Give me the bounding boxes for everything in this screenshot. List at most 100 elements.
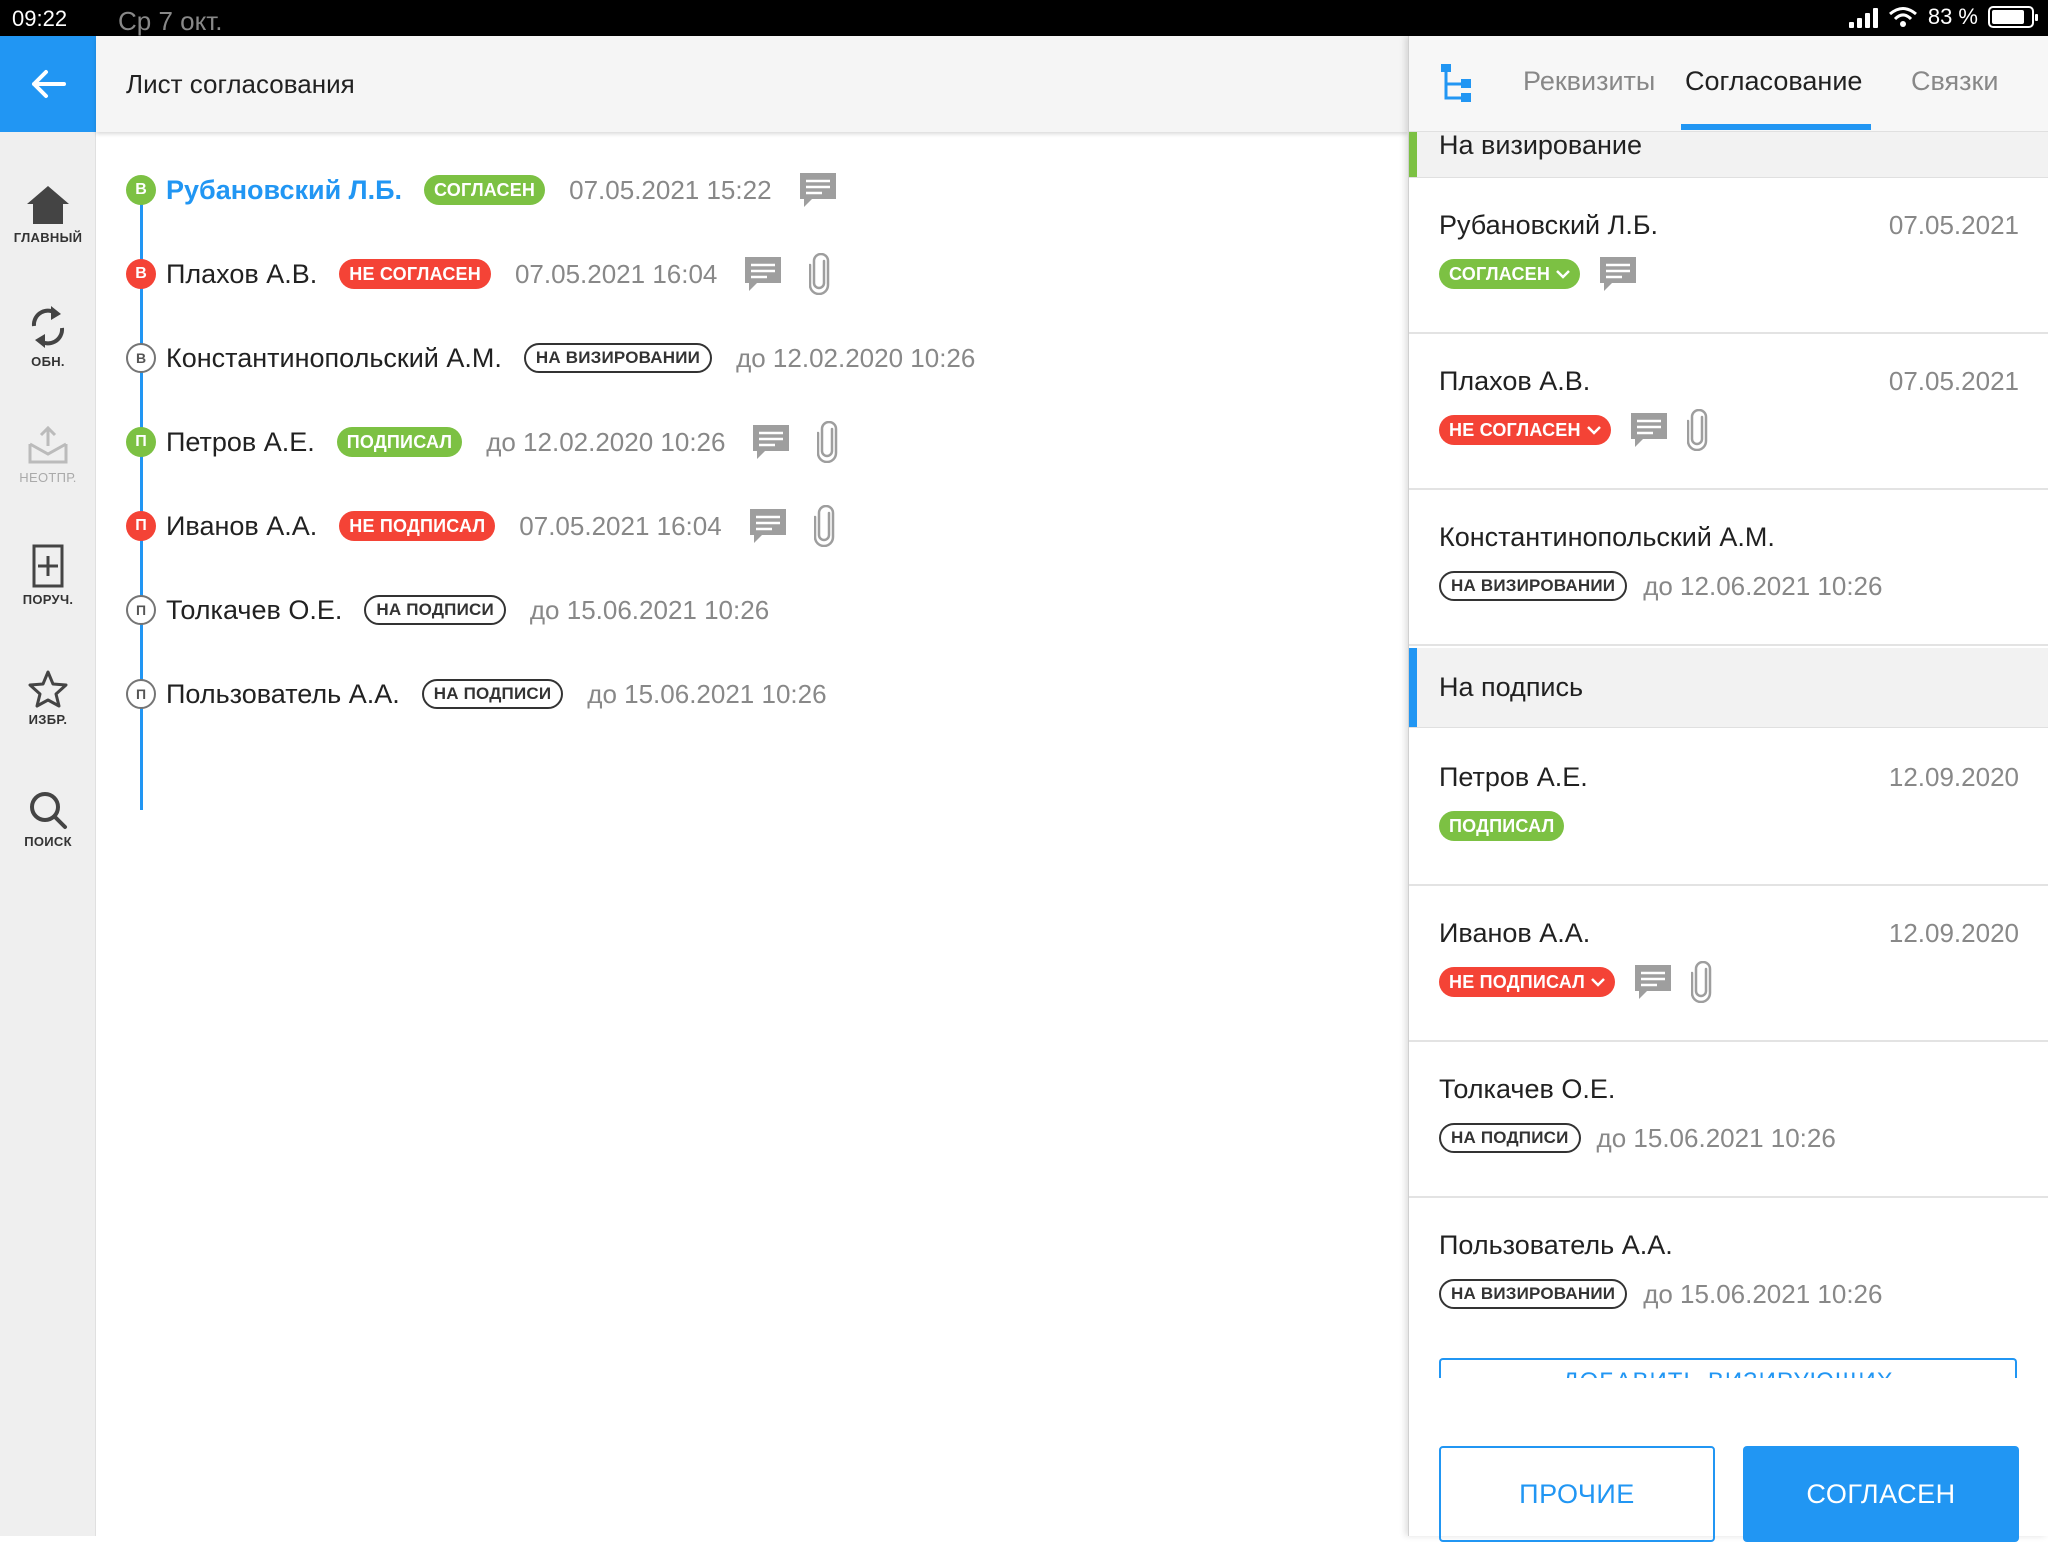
flow-step-letter: П bbox=[126, 427, 156, 457]
comment-icon[interactable] bbox=[1633, 963, 1673, 1001]
rail-item-search[interactable]: ПОИСК bbox=[0, 790, 96, 849]
flow-row-date: 07.05.2021 16:04 bbox=[514, 258, 718, 289]
comment-icon[interactable] bbox=[798, 171, 838, 209]
status-dropdown[interactable]: СОГЛАСЕН bbox=[1439, 259, 1581, 289]
rail-item-home[interactable]: ГЛАВНЫЙ bbox=[0, 184, 96, 245]
rail-item-refresh[interactable]: ОБН. bbox=[0, 304, 96, 369]
flow-row-date: до 15.06.2021 10:26 bbox=[529, 594, 770, 625]
approver-date: 12.09.2020 bbox=[1888, 918, 2019, 948]
status-time: 09:22 bbox=[12, 6, 68, 31]
comment-icon[interactable] bbox=[1629, 411, 1669, 449]
rail-label: ОБН. bbox=[31, 354, 65, 369]
flow-row-date: до 15.06.2021 10:26 bbox=[587, 678, 827, 709]
battery-percent: 83 % bbox=[1927, 4, 1978, 29]
approver-card[interactable]: Константинопольский А.М. НА ВИЗИРОВАНИИ … bbox=[1409, 490, 2048, 646]
tab-requisites[interactable]: Реквизиты bbox=[1523, 66, 1655, 97]
star-icon bbox=[28, 670, 68, 708]
flow-row[interactable]: П Пользователь А.А. НА ПОДПИСИ до 15.06.… bbox=[126, 674, 827, 714]
status-badge: НА ВИЗИРОВАНИИ bbox=[1439, 1279, 1628, 1309]
rail-item-outbox[interactable]: НЕОТПР. bbox=[0, 426, 96, 485]
attachment-icon[interactable] bbox=[813, 505, 836, 547]
section-accent-bar bbox=[1409, 132, 1417, 177]
status-dropdown[interactable]: НЕ ПОДПИСАЛ bbox=[1439, 967, 1616, 997]
rail-label: ПОРУЧ. bbox=[22, 592, 74, 607]
approver-date: 07.05.2021 bbox=[1888, 366, 2019, 396]
add-approvers-button[interactable]: ДОБАВИТЬ ВИЗИРУЮЩИХ bbox=[1439, 1358, 2017, 1378]
flow-row[interactable]: В Константинопольский А.М. НА ВИЗИРОВАНИ… bbox=[126, 338, 975, 378]
flow-row-name: Пользователь А.А. bbox=[166, 678, 400, 709]
approver-card[interactable]: Пользователь А.А. НА ВИЗИРОВАНИИ до 15.0… bbox=[1409, 1198, 2048, 1354]
flow-step-letter: В bbox=[126, 343, 156, 373]
approver-name: Плахов А.В. bbox=[1439, 366, 1591, 396]
status-badge: СОГЛАСЕН bbox=[424, 175, 546, 205]
approver-name: Иванов А.А. bbox=[1439, 918, 1591, 948]
approver-deadline: до 15.06.2021 10:26 bbox=[1596, 1122, 1836, 1153]
tree-structure-icon[interactable] bbox=[1439, 62, 1475, 106]
approver-name: Константинопольский А.М. bbox=[1439, 522, 1775, 552]
approver-card[interactable]: Петров А.Е. 12.09.2020 ПОДПИСАЛ bbox=[1409, 730, 2048, 886]
status-badge: НЕ СОГЛАСЕН bbox=[339, 259, 491, 289]
flow-row-name: Толкачев О.Е. bbox=[166, 594, 343, 625]
comment-icon[interactable] bbox=[743, 255, 783, 293]
agree-button[interactable]: СОГЛАСЕН bbox=[1743, 1446, 2019, 1542]
chevron-down-icon bbox=[1586, 426, 1601, 435]
action-bar: ПРОЧИЕ СОГЛАСЕН bbox=[1409, 1380, 2048, 1542]
flow-row-date: до 12.02.2020 10:26 bbox=[736, 342, 976, 373]
flow-row[interactable]: П Толкачев О.Е. НА ПОДПИСИ до 15.06.2021… bbox=[126, 590, 769, 630]
approver-date: 12.09.2020 bbox=[1888, 762, 2019, 792]
approver-deadline: до 15.06.2021 10:26 bbox=[1643, 1278, 1883, 1309]
attachment-icon[interactable] bbox=[1686, 409, 1709, 451]
rail-item-tasks[interactable]: ПОРУЧ. bbox=[0, 544, 96, 607]
tab-links[interactable]: Связки bbox=[1911, 66, 1998, 97]
rail-item-favorites[interactable]: ИЗБР. bbox=[0, 670, 96, 727]
add-approvers-label: ДОБАВИТЬ ВИЗИРУЮЩИХ bbox=[1441, 1368, 2015, 1378]
status-badge: НА ВИЗИРОВАНИИ bbox=[1439, 571, 1628, 601]
attachment-icon[interactable] bbox=[1691, 961, 1713, 1003]
tab-approval[interactable]: Согласование bbox=[1685, 66, 1862, 97]
arrow-left-icon bbox=[32, 70, 66, 98]
approver-deadline: до 12.06.2021 10:26 bbox=[1643, 570, 1883, 601]
chevron-down-icon bbox=[1556, 270, 1570, 279]
approval-flow: В Рубановский Л.Б. СОГЛАСЕН 07.05.2021 1… bbox=[96, 132, 1408, 1536]
approver-date: 07.05.2021 bbox=[1888, 210, 2019, 240]
flow-row[interactable]: В Рубановский Л.Б. СОГЛАСЕН 07.05.2021 1… bbox=[126, 170, 838, 210]
status-badge: НА ВИЗИРОВАНИИ bbox=[523, 343, 713, 373]
rail-label: НЕОТПР. bbox=[19, 470, 77, 485]
section-header-visa: На визирование bbox=[1409, 130, 2048, 178]
side-rail: ГЛАВНЫЙ ОБН. НЕОТПР. ПОРУЧ. ИЗБР. ПОИСК bbox=[0, 132, 96, 1536]
approver-card[interactable]: Рубановский Л.Б. 07.05.2021 СОГЛАСЕН bbox=[1409, 178, 2048, 334]
section-accent-bar bbox=[1409, 648, 1417, 727]
flow-row[interactable]: П Иванов А.А. НЕ ПОДПИСАЛ 07.05.2021 16:… bbox=[126, 505, 836, 547]
approver-card[interactable]: Иванов А.А. 12.09.2020 НЕ ПОДПИСАЛ bbox=[1409, 886, 2048, 1042]
flow-step-letter: П bbox=[126, 595, 156, 625]
comment-icon[interactable] bbox=[1598, 255, 1638, 293]
attachment-icon[interactable] bbox=[817, 421, 839, 463]
status-dropdown[interactable]: НЕ СОГЛАСЕН bbox=[1439, 415, 1611, 445]
flow-step-letter: В bbox=[126, 259, 156, 289]
approver-card[interactable]: Плахов А.В. 07.05.2021 НЕ СОГЛАСЕН bbox=[1409, 334, 2048, 490]
right-tabs: Реквизиты Согласование Связки bbox=[1409, 36, 2048, 132]
back-button[interactable] bbox=[0, 36, 96, 132]
flow-row[interactable]: П Петров А.Е. ПОДПИСАЛ до 12.02.2020 10:… bbox=[126, 421, 839, 463]
approver-name: Пользователь А.А. bbox=[1439, 1230, 1673, 1260]
comment-icon[interactable] bbox=[751, 423, 791, 461]
other-button[interactable]: ПРОЧИЕ bbox=[1439, 1446, 1715, 1542]
approver-name: Петров А.Е. bbox=[1439, 762, 1588, 792]
status-bar: 09:22 Ср 7 окт. 83 % bbox=[0, 0, 2048, 36]
status-indicators: 83 % bbox=[1848, 4, 2038, 30]
rail-label: ГЛАВНЫЙ bbox=[13, 230, 83, 245]
section-title: На визирование bbox=[1439, 130, 1643, 160]
wifi-icon bbox=[1888, 7, 1917, 27]
flow-row[interactable]: В Плахов А.В. НЕ СОГЛАСЕН 07.05.2021 16:… bbox=[126, 253, 831, 295]
status-text: НЕ СОГЛАСЕН bbox=[1449, 419, 1581, 440]
comment-icon[interactable] bbox=[748, 507, 788, 545]
flow-row-name[interactable]: Рубановский Л.Б. bbox=[166, 175, 402, 206]
status-badge: ПОДПИСАЛ bbox=[336, 427, 463, 457]
attachment-icon[interactable] bbox=[809, 253, 831, 295]
add-task-icon bbox=[32, 544, 64, 588]
status-badge: НА ПОДПИСИ bbox=[1439, 1123, 1581, 1153]
flow-row-date: 07.05.2021 16:04 bbox=[519, 510, 722, 541]
refresh-icon bbox=[31, 306, 65, 348]
flow-step-letter: П bbox=[126, 511, 156, 541]
approver-card[interactable]: Толкачев О.Е. НА ПОДПИСИ до 15.06.2021 1… bbox=[1409, 1042, 2048, 1198]
